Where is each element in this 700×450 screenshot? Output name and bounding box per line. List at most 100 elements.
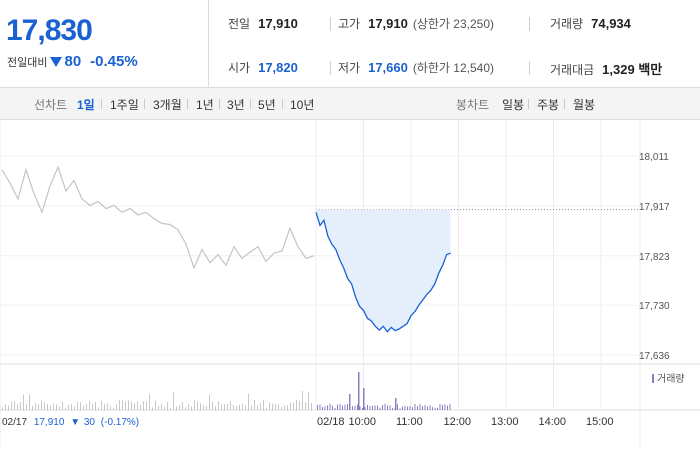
- tab-3-months[interactable]: 3개월: [153, 96, 182, 113]
- volume-bar: [352, 406, 353, 410]
- volume-bar: [402, 406, 403, 410]
- volume-bar: [251, 405, 252, 410]
- volume-bar: [197, 401, 198, 410]
- open-cell: 시가 17,820: [228, 59, 298, 76]
- volume-bar: [89, 400, 90, 410]
- volume-bar: [257, 405, 258, 410]
- volume-bar: [324, 406, 326, 410]
- price-box: 17,830 전일대비 80 -0.45%: [0, 0, 209, 88]
- tab-daily-candle[interactable]: 일봉: [502, 96, 524, 113]
- volume-bar: [272, 403, 273, 410]
- volume-bar: [305, 402, 306, 410]
- volume-bar: [113, 407, 114, 410]
- volume-bar: [161, 403, 162, 410]
- change-row: 전일대비 80 -0.45%: [7, 53, 138, 70]
- grid-lines: [0, 120, 640, 450]
- upper-limit: (상한가 23,250): [412, 17, 495, 31]
- high-label: 고가: [338, 17, 361, 31]
- tab-monthly-candle[interactable]: 월봉: [573, 96, 595, 113]
- volume-bar: [437, 407, 438, 410]
- divider: [529, 17, 530, 31]
- volume-bar: [357, 404, 358, 410]
- volume-bar: [281, 407, 282, 410]
- volume-bar: [131, 401, 132, 410]
- volume-bar: [254, 400, 255, 410]
- y-tick-label: 17,636: [639, 351, 670, 362]
- tab-divider: [564, 99, 565, 109]
- volume-bar: [293, 402, 294, 410]
- trade-value: 1,329 백만: [602, 62, 663, 77]
- volume-bar: [329, 403, 331, 410]
- volume-bar: [417, 405, 418, 410]
- tab-3-years[interactable]: 3년: [227, 96, 245, 113]
- volume-bar: [236, 406, 237, 410]
- volume-bar: [86, 404, 87, 410]
- y-tick-label: 18,011: [639, 152, 669, 163]
- volume-bar: [206, 405, 207, 410]
- volume-bar: [107, 403, 108, 410]
- volume-label: 거래량: [550, 17, 584, 31]
- tab-1-year[interactable]: 1년: [196, 96, 214, 113]
- volume-bar: [442, 404, 443, 410]
- volume-bar: [407, 406, 408, 410]
- trade-value-label: 거래대금: [550, 63, 595, 77]
- volume-bar: [311, 403, 312, 410]
- volume-bar: [278, 404, 279, 410]
- volume-bar: [176, 406, 177, 410]
- volume-bar: [358, 372, 360, 410]
- volume-bar: [8, 405, 9, 410]
- volume-bar: [188, 404, 189, 410]
- volume-bar: [80, 402, 81, 410]
- prev-day-info: 02/17 17,910 ▼ 30 (-0.17%): [2, 417, 139, 428]
- high-cell: 고가 17,910 (상한가 23,250): [338, 15, 494, 32]
- volume-bar: [110, 406, 111, 410]
- volume-bar: [95, 401, 96, 410]
- volume-bar: [414, 403, 416, 410]
- volume-bar: [224, 404, 225, 410]
- volume-bar: [227, 404, 228, 410]
- x-axis-ticks: 02/18 10:00 11:00 12:00 13:00 14:00 15:00: [317, 416, 614, 428]
- volume-bar: [182, 402, 183, 410]
- volume-bar: [56, 404, 57, 410]
- volume-bar: [158, 405, 159, 410]
- volume-bar: [349, 394, 351, 410]
- volume-bar: [29, 394, 30, 410]
- volume-bar: [409, 406, 411, 410]
- prev-close-label: 전일: [228, 17, 251, 31]
- volume-bar: [354, 405, 356, 410]
- volume-cell: 거래량 74,934: [550, 15, 631, 32]
- volume-bar: [164, 406, 165, 410]
- volume-bar: [191, 406, 192, 410]
- tab-divider: [250, 99, 251, 109]
- volume-bar: [239, 404, 240, 410]
- volume-bar: [23, 394, 24, 410]
- volume-bar: [379, 407, 381, 410]
- volume-bar: [374, 405, 376, 410]
- volume-bar: [364, 407, 366, 410]
- volume-bar: [146, 401, 147, 410]
- volume-bar: [11, 401, 12, 410]
- volume-bar: [342, 405, 343, 410]
- volume-bar: [173, 391, 174, 410]
- volume-bar: [194, 400, 195, 410]
- volume-bar: [152, 407, 153, 410]
- volume-bar: [382, 404, 383, 410]
- tab-weekly-candle[interactable]: 주봉: [537, 96, 559, 113]
- tab-1-day[interactable]: 1일: [77, 96, 95, 113]
- volume-bar: [302, 390, 303, 410]
- down-arrow-icon: ▼: [70, 417, 80, 428]
- tab-5-years[interactable]: 5년: [258, 96, 276, 113]
- volume-bar: [128, 400, 129, 410]
- x-tick-label: 13:00: [491, 416, 519, 428]
- volume-value: 74,934: [591, 16, 631, 31]
- volume-bar: [170, 407, 171, 410]
- volume-bar: [143, 401, 144, 410]
- x-tick-label: 12:00: [444, 416, 472, 428]
- intraday-price-chart[interactable]: 18,011 17,917 17,823 17,730 17,636 02/18 10:0…: [0, 120, 700, 450]
- tab-1-week[interactable]: 1주일: [110, 96, 139, 113]
- volume-bar: [149, 394, 150, 410]
- volume-bar: [444, 404, 446, 410]
- volume-bar: [203, 405, 204, 410]
- tab-divider: [282, 99, 283, 109]
- tab-10-years[interactable]: 10년: [290, 96, 314, 113]
